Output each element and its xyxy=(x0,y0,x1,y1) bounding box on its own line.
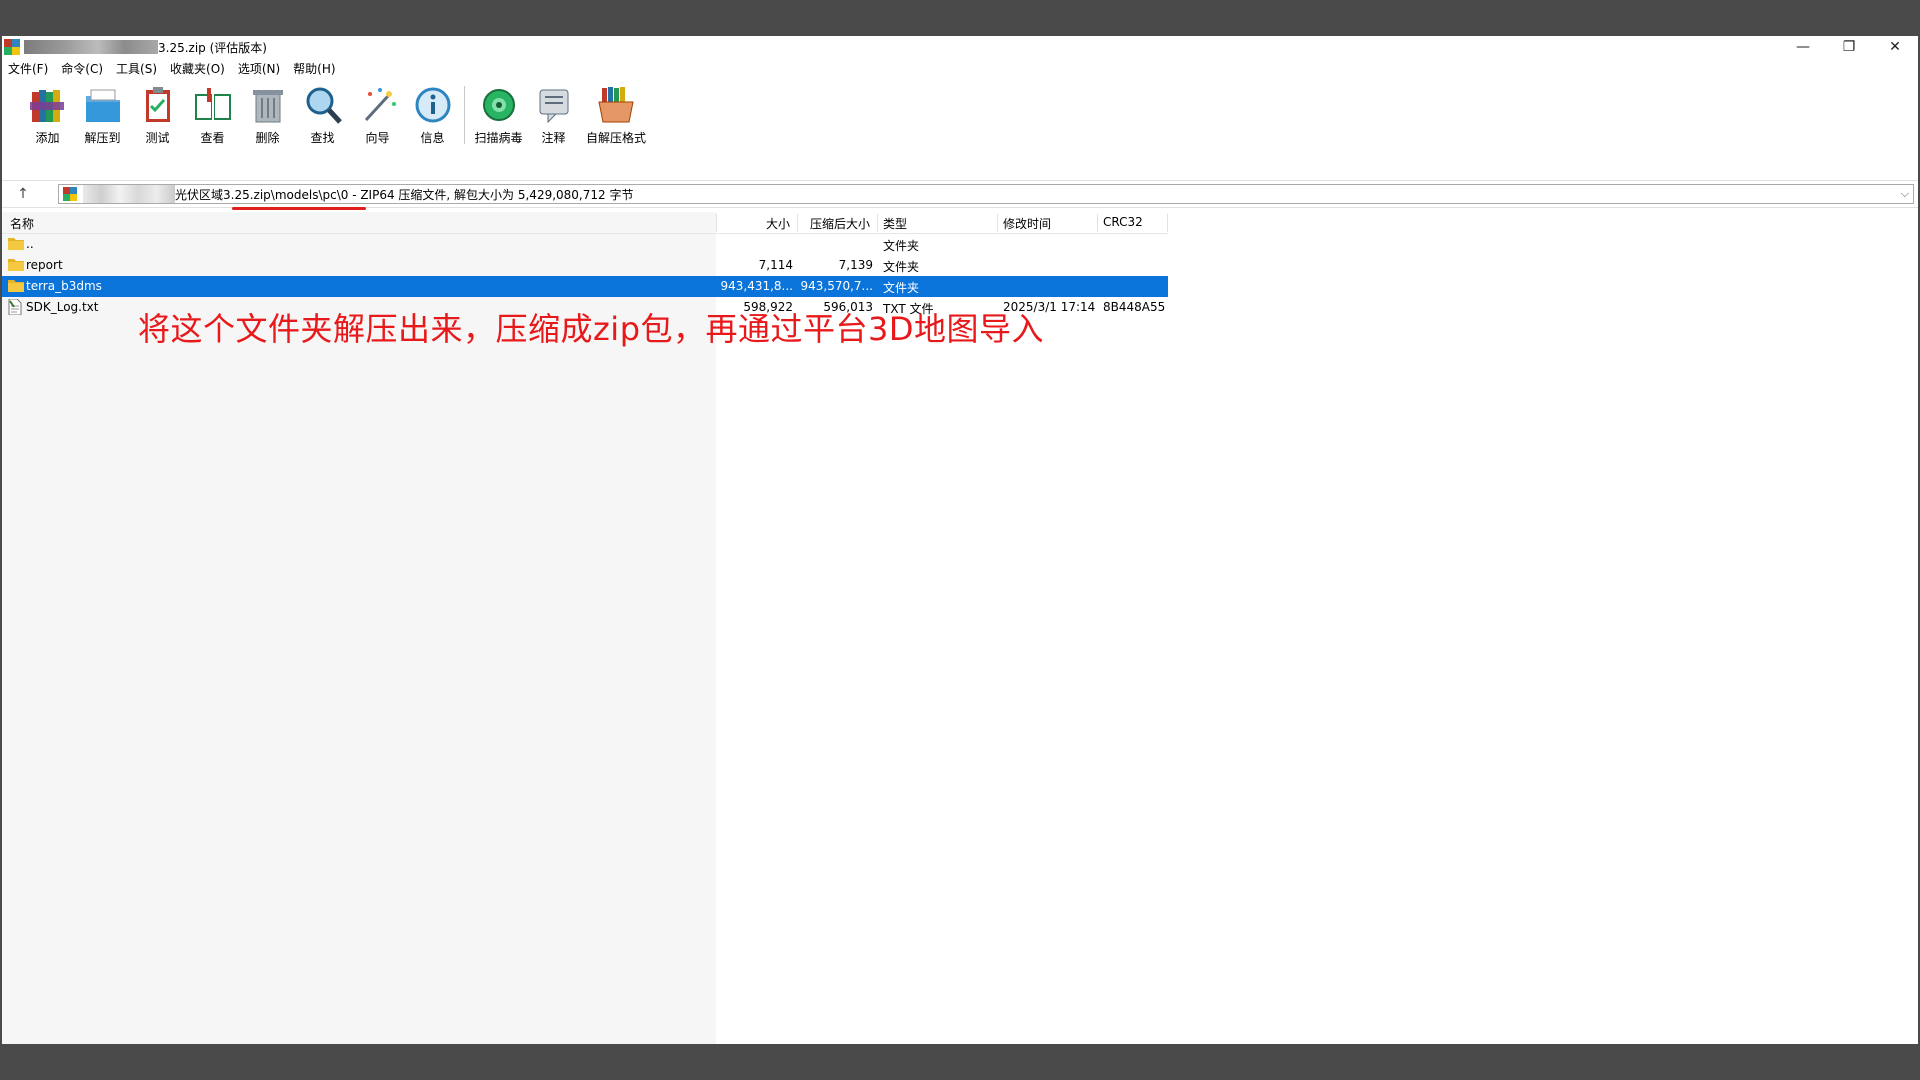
view-label: 查看 xyxy=(200,131,225,145)
file-size: 7,114 xyxy=(758,258,793,272)
info-button[interactable]: 信息 xyxy=(405,80,460,176)
text-file-icon xyxy=(8,299,22,315)
comment-icon xyxy=(539,89,568,124)
column-name[interactable]: 名称 xyxy=(10,215,34,232)
test-button[interactable]: 测试 xyxy=(130,80,185,176)
menu-favorites[interactable]: 收藏夹(O) xyxy=(170,60,225,77)
extract-to-button[interactable]: 解压到 xyxy=(75,80,130,176)
info-label: 信息 xyxy=(420,131,445,145)
annotation-text: 将这个文件夹解压出来，压缩成zip包，再通过平台3D地图导入 xyxy=(138,310,1045,348)
file-name: terra_b3dms xyxy=(26,279,102,293)
find-label: 查找 xyxy=(310,131,335,145)
column-modified[interactable]: 修改时间 xyxy=(1003,215,1051,232)
file-row[interactable]: .. 文件夹 xyxy=(2,234,1168,255)
view-button[interactable]: 查看 xyxy=(185,80,240,176)
redacted-title-segment xyxy=(24,40,158,54)
file-type: 文件夹 xyxy=(883,260,920,274)
column-type[interactable]: 类型 xyxy=(883,215,907,232)
chevron-down-icon[interactable]: ⌵ xyxy=(1901,187,1909,201)
annotation-underline xyxy=(232,207,366,210)
file-type: 文件夹 xyxy=(883,281,920,295)
add-books-icon xyxy=(29,90,64,122)
extract-folder-icon xyxy=(85,89,120,122)
column-packed-size[interactable]: 压缩后大小 xyxy=(810,215,870,232)
column-crc32[interactable]: CRC32 xyxy=(1103,215,1143,229)
add-label: 添加 xyxy=(35,131,60,145)
virus-scan-button[interactable]: 扫描病毒 xyxy=(471,80,526,176)
folder-icon xyxy=(8,259,24,271)
toolbar: 添加 解压到 测试 查看 删除 查找 向导 信息 扫描病毒 注释 自解压格式 xyxy=(2,80,1918,178)
menu-help[interactable]: 帮助(H) xyxy=(293,60,335,77)
sfx-label: 自解压格式 xyxy=(585,131,646,145)
delete-button[interactable]: 删除 xyxy=(240,80,295,176)
menu-tools[interactable]: 工具(S) xyxy=(116,60,157,77)
archive-icon xyxy=(63,187,77,201)
column-divider[interactable] xyxy=(1097,214,1098,232)
column-header-row: 名称 大小 压缩后大小 类型 修改时间 CRC32 xyxy=(2,212,1168,234)
file-crc32: 8B448A55 xyxy=(1103,300,1166,314)
add-button[interactable]: 添加 xyxy=(20,80,75,176)
trash-icon xyxy=(252,90,283,123)
title-bar: 3.25.zip (评估版本) — ❐ ✕ xyxy=(2,36,1918,58)
file-packed-size: 943,570,7... xyxy=(800,279,873,293)
winrar-app-icon[interactable] xyxy=(4,39,20,55)
file-name: report xyxy=(26,258,63,272)
delete-label: 删除 xyxy=(255,131,280,145)
file-type: 文件夹 xyxy=(883,239,920,253)
file-name: .. xyxy=(26,237,34,251)
wizard-wand-icon xyxy=(364,88,396,122)
file-row[interactable]: terra_b3dms 943,431,8... 943,570,7... 文件夹 xyxy=(2,276,1168,297)
file-name: SDK_Log.txt xyxy=(26,300,99,314)
virus-scan-icon xyxy=(482,89,515,121)
column-size[interactable]: 大小 xyxy=(766,215,790,232)
column-divider[interactable] xyxy=(997,214,998,232)
info-icon xyxy=(415,87,450,123)
file-row[interactable]: report 7,114 7,139 文件夹 xyxy=(2,255,1168,276)
virus-scan-label: 扫描病毒 xyxy=(474,131,523,145)
extract-to-label: 解压到 xyxy=(84,131,121,145)
file-packed-size: 7,139 xyxy=(838,258,873,272)
menu-commands[interactable]: 命令(C) xyxy=(61,60,103,77)
wizard-label: 向导 xyxy=(365,131,390,145)
magnifier-icon xyxy=(306,87,342,124)
column-divider[interactable] xyxy=(1167,214,1168,232)
sfx-box-icon xyxy=(598,87,634,123)
wizard-button[interactable]: 向导 xyxy=(350,80,405,176)
comment-label: 注释 xyxy=(541,131,566,145)
winrar-window: 3.25.zip (评估版本) — ❐ ✕ 文件(F) 命令(C) 工具(S) … xyxy=(2,36,1918,1044)
menu-file[interactable]: 文件(F) xyxy=(8,60,48,77)
menu-options[interactable]: 选项(N) xyxy=(238,60,280,77)
column-divider[interactable] xyxy=(797,214,798,232)
find-button[interactable]: 查找 xyxy=(295,80,350,176)
test-label: 测试 xyxy=(145,131,170,145)
up-arrow-icon[interactable]: ↑ xyxy=(2,186,44,202)
test-clipboard-icon xyxy=(145,87,170,122)
close-button[interactable]: ✕ xyxy=(1872,36,1918,58)
column-divider[interactable] xyxy=(716,214,717,232)
folder-icon xyxy=(8,238,24,250)
address-bar: ↑ 光伏区域3.25.zip\models\pc\0 - ZIP64 压缩文件,… xyxy=(2,180,1918,210)
view-book-icon xyxy=(194,88,231,120)
sfx-button[interactable]: 自解压格式 xyxy=(581,80,651,176)
column-divider[interactable] xyxy=(877,214,878,232)
address-path: 光伏区域3.25.zip\models\pc\0 - ZIP64 压缩文件, 解… xyxy=(175,187,634,202)
folder-icon xyxy=(8,280,24,292)
comment-button[interactable]: 注释 xyxy=(526,80,581,176)
file-size: 943,431,8... xyxy=(720,279,793,293)
maximize-button[interactable]: ❐ xyxy=(1826,36,1872,58)
toolbar-separator xyxy=(464,86,465,144)
minimize-button[interactable]: — xyxy=(1780,36,1826,58)
menu-bar: 文件(F) 命令(C) 工具(S) 收藏夹(O) 选项(N) 帮助(H) xyxy=(2,59,349,77)
window-title: 3.25.zip (评估版本) xyxy=(158,40,267,55)
address-field[interactable]: 光伏区域3.25.zip\models\pc\0 - ZIP64 压缩文件, 解… xyxy=(58,184,1914,204)
redacted-path-segment xyxy=(83,185,175,203)
